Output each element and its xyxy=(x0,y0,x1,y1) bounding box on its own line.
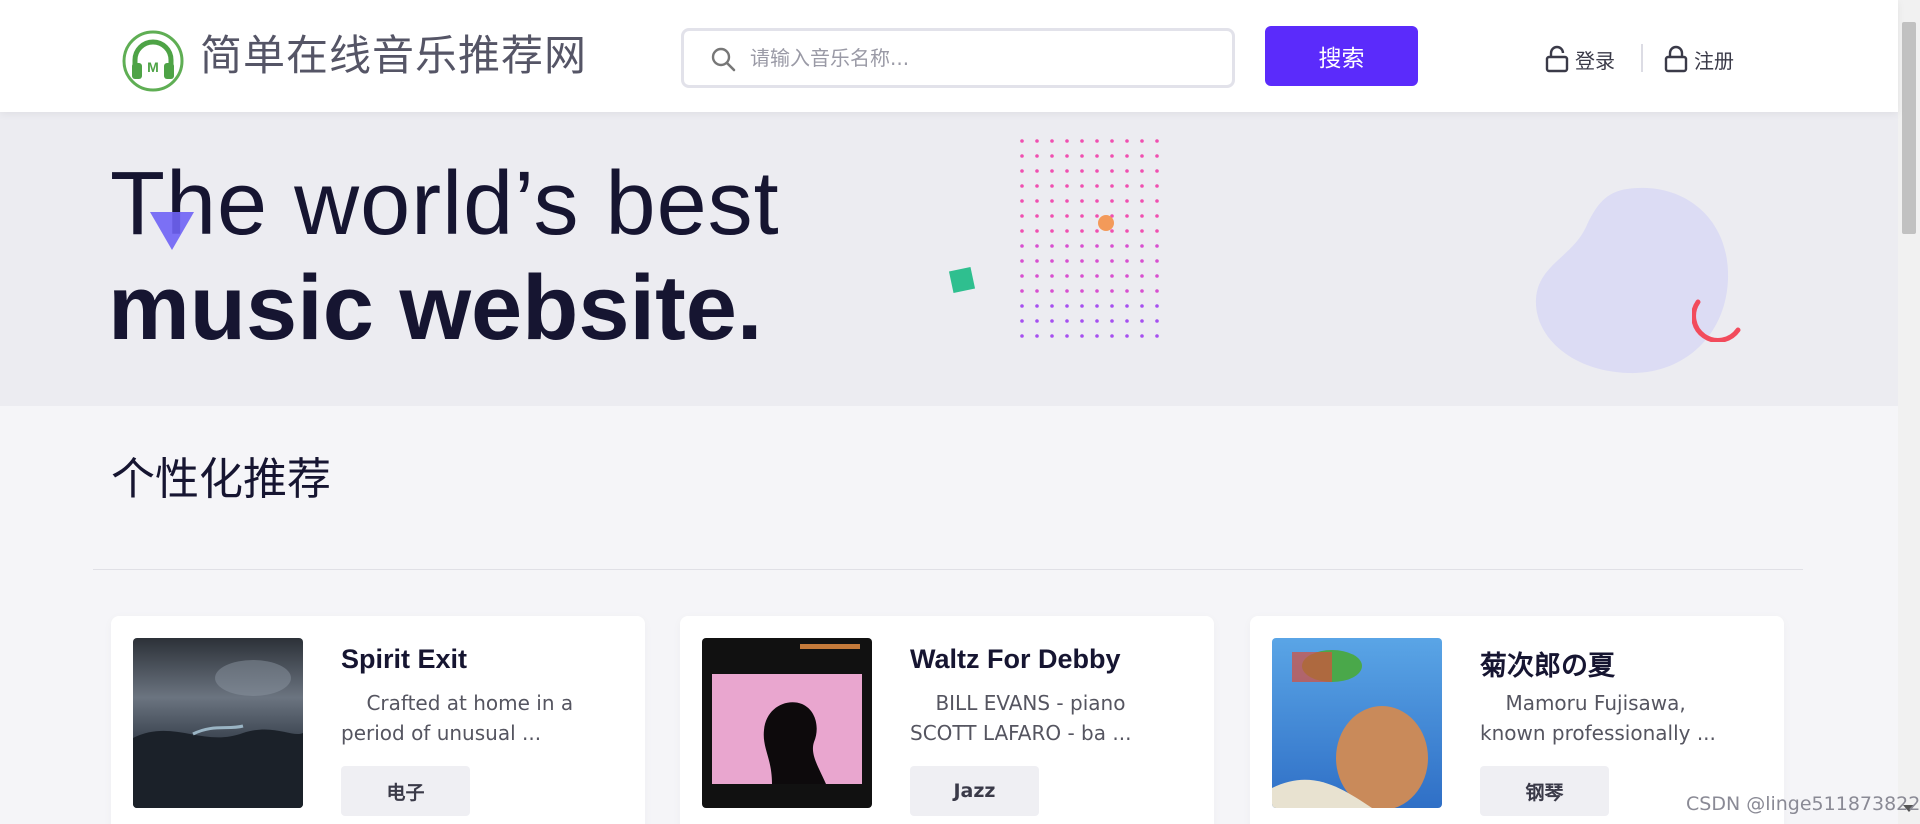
card-description: Crafted at home in a period of unusual .… xyxy=(341,691,574,745)
music-card[interactable]: Waltz For Debby BILL EVANS - piano SCOTT… xyxy=(680,616,1214,824)
genre-tag-button[interactable]: 钢琴 xyxy=(1480,766,1609,816)
search-input[interactable] xyxy=(750,31,1220,85)
login-link[interactable]: 登录 xyxy=(1545,42,1615,76)
scrollbar-thumb[interactable] xyxy=(1902,22,1916,234)
card-description: BILL EVANS - piano SCOTT LAFARO - ba ... xyxy=(910,691,1132,745)
section-divider xyxy=(93,569,1803,570)
decorative-blob xyxy=(1535,187,1729,374)
album-cover-image[interactable] xyxy=(1272,638,1442,808)
banner-headline-line2: music website. xyxy=(108,257,763,359)
unlock-icon xyxy=(1545,45,1569,73)
decorative-square xyxy=(948,266,976,294)
card-title[interactable]: Spirit Exit xyxy=(341,644,467,675)
watermark: CSDN @linge511873822 xyxy=(1686,793,1920,815)
card-title[interactable]: 菊次郎の夏 xyxy=(1480,644,1615,683)
lock-icon xyxy=(1664,45,1688,73)
hero-banner: The world’s best music website. xyxy=(0,112,1898,406)
music-card[interactable]: Spirit Exit Crafted at home in a period … xyxy=(111,616,645,824)
logo-letter: M xyxy=(147,59,159,75)
section-title-recommend: 个性化推荐 xyxy=(111,454,331,505)
top-header: M 简单在线音乐推荐网 搜索 登录 注册 xyxy=(0,0,1898,112)
search-button[interactable]: 搜索 xyxy=(1265,26,1418,86)
search-box xyxy=(681,28,1235,88)
decorative-arc xyxy=(1692,299,1741,342)
register-link[interactable]: 注册 xyxy=(1664,42,1734,76)
album-cover-image[interactable] xyxy=(133,638,303,808)
headphones-logo-icon[interactable]: M xyxy=(122,30,184,92)
site-name[interactable]: 简单在线音乐推荐网 xyxy=(200,30,587,82)
search-icon xyxy=(711,47,736,72)
login-label: 登录 xyxy=(1575,48,1615,73)
card-title[interactable]: Waltz For Debby xyxy=(910,644,1121,675)
banner-headline-line1: The world’s best xyxy=(110,154,780,254)
album-cover-image[interactable] xyxy=(702,638,872,808)
card-description: Mamoru Fujisawa, known professionally ..… xyxy=(1480,691,1716,745)
decorative-orange-dot xyxy=(1098,215,1114,231)
decorative-triangle-icon xyxy=(150,212,194,250)
auth-divider xyxy=(1641,44,1643,72)
genre-tag-button[interactable]: Jazz xyxy=(910,766,1039,816)
vertical-scrollbar[interactable] xyxy=(1898,0,1920,824)
register-label: 注册 xyxy=(1694,48,1734,73)
decorative-dot-grid xyxy=(1020,139,1159,338)
genre-tag-button[interactable]: 电子 xyxy=(341,766,470,816)
